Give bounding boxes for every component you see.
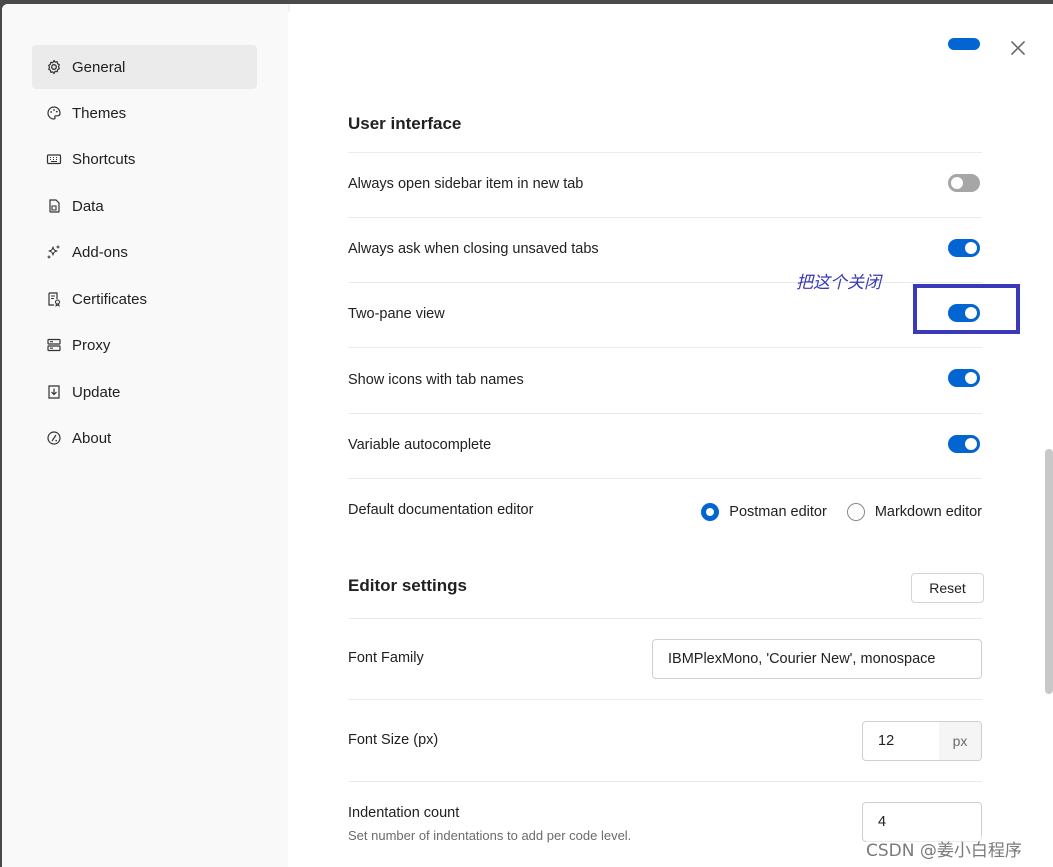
toggle-open-sidebar-new-tab[interactable] [948, 174, 980, 192]
radio-markdown-editor[interactable]: Markdown editor [846, 503, 982, 521]
sidebar-item-label: About [72, 429, 112, 447]
server-icon [46, 337, 62, 353]
divider [348, 347, 982, 348]
divider [348, 152, 982, 153]
setting-label: Indentation count [348, 805, 460, 821]
settings-content: User interface Always open sidebar item … [348, 4, 984, 867]
gear-icon [46, 59, 62, 75]
setting-label: Show icons with tab names [348, 372, 524, 388]
sidebar-item-themes[interactable]: Themes [32, 91, 257, 135]
scrollbar-thumb[interactable] [1045, 449, 1053, 694]
database-icon [46, 198, 62, 214]
download-icon [46, 384, 62, 400]
font-family-input[interactable]: IBMPlexMono, 'Courier New', monospace [652, 639, 982, 679]
radio-label: Postman editor [729, 504, 827, 520]
divider [348, 478, 982, 479]
font-size-input[interactable]: 12 px [862, 721, 982, 761]
sidebar-item-about[interactable]: About [32, 416, 257, 460]
annotation-label: 把这个关闭 [796, 273, 881, 293]
setting-label: Always open sidebar item in new tab [348, 176, 584, 192]
sidebar-item-data[interactable]: Data [32, 184, 257, 228]
setting-label: Two-pane view [348, 306, 445, 322]
sidebar-item-proxy[interactable]: Proxy [32, 323, 257, 367]
sidebar-item-label: Proxy [72, 336, 111, 354]
setting-sublabel: Set number of indentations to add per co… [348, 828, 632, 843]
divider [348, 618, 982, 619]
radio-dot [846, 503, 865, 521]
watermark: CSDN @姜小白程序 [866, 836, 1022, 861]
sidebar-item-label: Shortcuts [72, 150, 136, 168]
section-title-editor-settings: Editor settings [348, 576, 468, 595]
sidebar-item-label: General [72, 58, 126, 76]
reset-button[interactable]: Reset [911, 573, 984, 603]
sidebar-item-label: Themes [72, 104, 127, 122]
setting-label: Font Size (px) [348, 732, 439, 748]
divider [348, 699, 982, 700]
keyboard-icon [46, 151, 62, 167]
close-icon[interactable] [1007, 37, 1029, 59]
setting-label: Variable autocomplete [348, 437, 492, 453]
radio-postman-editor[interactable]: Postman editor [701, 503, 827, 521]
indentation-count-value: 4 [878, 814, 887, 830]
setting-label: Default documentation editor [348, 502, 534, 518]
certificate-icon [46, 291, 62, 307]
sidebar-item-update[interactable]: Update [32, 370, 257, 414]
sidebar-item-addons[interactable]: Add-ons [32, 230, 257, 274]
annotation-highlight-box [913, 284, 1020, 334]
sidebar-item-label: Certificates [72, 290, 148, 308]
radio-dot [701, 503, 720, 521]
divider [348, 217, 982, 218]
font-size-unit: px [939, 722, 981, 760]
sparkle-icon [46, 244, 62, 260]
divider [348, 781, 982, 782]
toggle-show-tab-icons[interactable] [948, 369, 980, 387]
font-family-value: IBMPlexMono, 'Courier New', monospace [668, 651, 936, 667]
doc-editor-radio-group: Postman editor Markdown editor [701, 503, 982, 521]
divider [348, 282, 982, 283]
radio-label: Markdown editor [874, 504, 982, 520]
settings-modal: General Themes Shortcuts Data Add-ons Ce… [2, 4, 1053, 867]
toggle-ask-closing-unsaved[interactable] [948, 239, 980, 257]
sidebar-item-label: Update [72, 383, 121, 401]
settings-sidebar: General Themes Shortcuts Data Add-ons Ce… [2, 4, 288, 867]
sidebar-item-label: Data [72, 197, 104, 215]
setting-label: Always ask when closing unsaved tabs [348, 241, 599, 257]
sidebar-item-general[interactable]: General [32, 45, 257, 89]
divider [348, 413, 982, 414]
sidebar-item-label: Add-ons [72, 243, 128, 261]
sidebar-item-certificates[interactable]: Certificates [32, 277, 257, 321]
info-icon [46, 430, 62, 446]
scrolled-off-toggle[interactable] [948, 38, 980, 50]
sidebar-item-shortcuts[interactable]: Shortcuts [32, 137, 257, 181]
setting-label: Font Family [348, 650, 424, 666]
font-size-value: 12 [878, 733, 895, 749]
palette-icon [46, 105, 62, 121]
section-title-user-interface: User interface [348, 114, 462, 133]
toggle-variable-autocomplete[interactable] [948, 435, 980, 453]
